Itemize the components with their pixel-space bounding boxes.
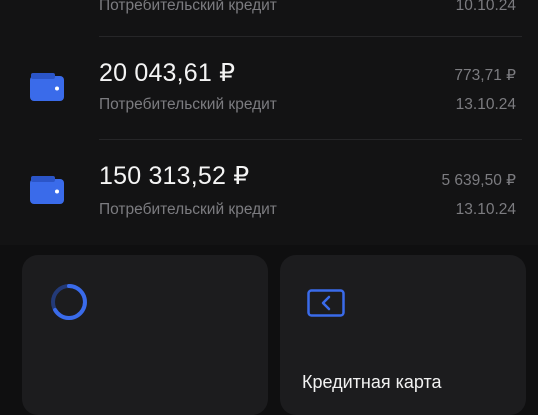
loan-row[interactable]: 150 313,52 ₽ Потребительский кредит 5 63… (0, 140, 538, 244)
loan-date: 13.10.24 (455, 201, 516, 218)
loan-amount: 20 043,61 ₽ (99, 59, 236, 87)
wallet-icon (30, 176, 64, 204)
credit-card-icon (307, 289, 345, 317)
loan-subtitle: Потребительский кредит (99, 0, 277, 14)
loan-row[interactable]: Потребительский кредит 10.10.24 (0, 0, 538, 34)
loan-subtitle: Потребительский кредит (99, 96, 277, 113)
loan-subtitle: Потребительский кредит (99, 201, 277, 218)
loans-list: Потребительский кредит 10.10.24 20 043,6… (0, 0, 538, 245)
credit-card-tile[interactable]: Кредитная карта (280, 255, 526, 415)
loan-payment: 773,71 ₽ (454, 67, 516, 84)
loan-payment: 5 639,50 ₽ (441, 172, 516, 189)
progress-ring-icon (51, 284, 87, 320)
loan-amount: 150 313,52 ₽ (99, 162, 250, 190)
loan-date: 10.10.24 (455, 0, 516, 14)
loan-date: 13.10.24 (455, 96, 516, 113)
product-tile[interactable] (22, 255, 268, 415)
tile-label: Кредитная карта (302, 372, 442, 392)
wallet-icon (30, 73, 64, 101)
loan-row[interactable]: 20 043,61 ₽ Потребительский кредит 773,7… (0, 37, 538, 141)
